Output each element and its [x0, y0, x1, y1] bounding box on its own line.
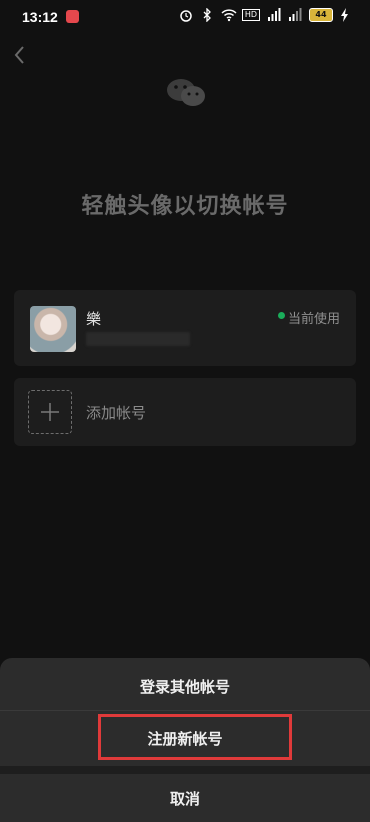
divider — [0, 766, 370, 774]
register-new-account-button[interactable]: 注册新帐号 — [0, 728, 370, 749]
current-status-dot — [278, 312, 285, 319]
alarm-icon — [179, 8, 193, 22]
back-arrow-icon[interactable] — [12, 44, 28, 66]
cancel-button[interactable]: 取消 — [0, 788, 370, 809]
signal-icon-2 — [288, 8, 302, 22]
account-name: 樂 — [86, 310, 102, 328]
divider — [0, 710, 370, 711]
wechat-logo-icon — [165, 76, 207, 110]
status-bar: 13:12 HD 44 — [0, 0, 370, 34]
account-id-blurred — [86, 332, 190, 346]
hd-badge: HD — [241, 9, 260, 21]
page-title: 轻触头像以切换帐号 — [81, 194, 289, 219]
charging-icon — [340, 8, 354, 22]
login-other-account-button[interactable]: 登录其他帐号 — [0, 676, 370, 697]
wifi-icon — [221, 8, 237, 22]
current-status-label: 当前使用 — [288, 312, 341, 327]
bluetooth-icon — [200, 7, 214, 23]
battery-indicator: 44 — [309, 8, 333, 22]
action-sheet: 登录其他帐号 注册新帐号 取消 — [0, 658, 370, 822]
plus-icon — [41, 403, 59, 421]
add-account-item[interactable]: 添加帐号 — [14, 378, 356, 446]
avatar[interactable] — [30, 306, 76, 352]
status-icons: HD 44 — [179, 7, 354, 23]
signal-icon — [267, 8, 281, 22]
music-app-icon — [66, 10, 79, 23]
add-account-label: 添加帐号 — [86, 404, 147, 422]
add-account-box[interactable] — [28, 390, 72, 434]
account-item[interactable]: 樂 当前使用 — [14, 290, 356, 366]
status-time: 13:12 — [22, 9, 58, 25]
